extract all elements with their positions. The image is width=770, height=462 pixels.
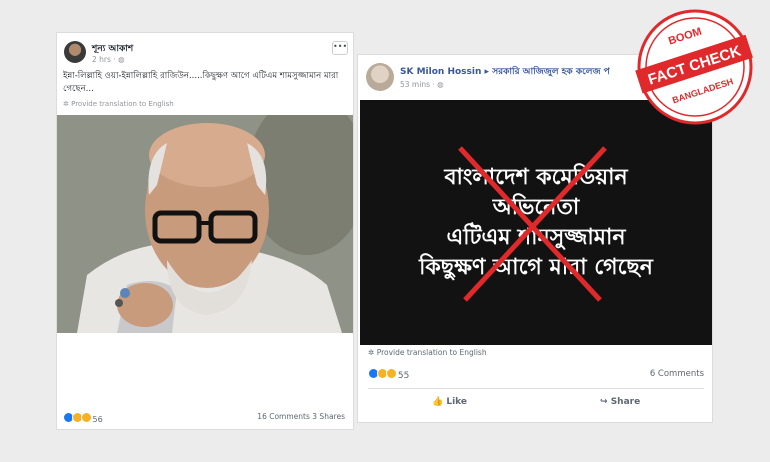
reactions[interactable]: 55 — [368, 368, 409, 381]
post-meta: 2 hrs · ◍ — [92, 55, 125, 64]
post-image[interactable]: বাংলাদেশ কমেডিয়ান অভিনেতা এটিএম শামসুজ্… — [360, 100, 712, 345]
avatar[interactable] — [64, 41, 86, 63]
cross-mark-icon — [458, 146, 607, 302]
gear-icon: ✲ — [63, 100, 69, 108]
post-header: SK Milon Hossin ▸ সরকারি আজিজুল হক কলেজ … — [400, 64, 610, 79]
post-photo[interactable] — [57, 115, 353, 333]
engagement-counts: 16 Comments 3 Shares — [257, 412, 345, 421]
haha-reaction-icon — [386, 368, 397, 379]
share-button[interactable]: ↪ Share — [600, 397, 640, 407]
post-text: ইন্না-লিল্লাহি ওয়া-ইন্নালিল্লাহি রাজিউন… — [63, 71, 339, 94]
reaction-count: 55 — [397, 371, 410, 381]
left-post-card: শূন্য আকাশ 2 hrs · ◍ ••• ইন্না-লিল্লাহি … — [57, 33, 353, 429]
reaction-count: 56 — [92, 415, 103, 424]
translate-label: Provide translation to English — [376, 348, 487, 357]
comments-count[interactable]: 6 Comments — [650, 369, 704, 379]
arrow-right-icon: ▸ — [484, 67, 490, 77]
post-author[interactable]: SK Milon Hossin — [400, 67, 481, 77]
like-label: Like — [446, 397, 468, 407]
post-time[interactable]: 2 hrs · — [92, 55, 118, 64]
thumbs-up-icon: 👍 — [432, 397, 444, 407]
fact-check-stamp: BOOM FACT CHECK BANGLADESH — [635, 9, 753, 125]
globe-icon: ◍ — [437, 80, 444, 89]
more-options-button[interactable]: ••• — [332, 41, 348, 55]
translate-link[interactable]: ✲ Provide translation to English — [368, 348, 487, 357]
reactions[interactable]: 56 — [63, 412, 103, 424]
like-button[interactable]: 👍 Like — [432, 397, 467, 407]
translate-label: Provide translation to English — [71, 100, 174, 108]
shares-count[interactable]: 3 Shares — [312, 412, 345, 421]
share-arrow-icon: ↪ — [600, 397, 608, 407]
haha-reaction-icon — [81, 412, 92, 423]
comments-count[interactable]: 16 Comments — [257, 412, 310, 421]
post-meta: 53 mins · ◍ — [400, 80, 444, 89]
post-author[interactable]: শূন্য আকাশ — [92, 41, 133, 56]
gear-icon: ✲ — [368, 348, 375, 357]
share-label: Share — [610, 397, 641, 407]
translate-link[interactable]: ✲ Provide translation to English — [63, 100, 174, 108]
post-time[interactable]: 53 mins · — [400, 80, 437, 89]
divider — [368, 388, 704, 389]
group-name[interactable]: সরকারি আজিজুল হক কলেজ প — [492, 67, 610, 77]
avatar[interactable] — [366, 63, 394, 91]
globe-icon: ◍ — [118, 55, 125, 64]
portrait-image — [57, 115, 353, 333]
